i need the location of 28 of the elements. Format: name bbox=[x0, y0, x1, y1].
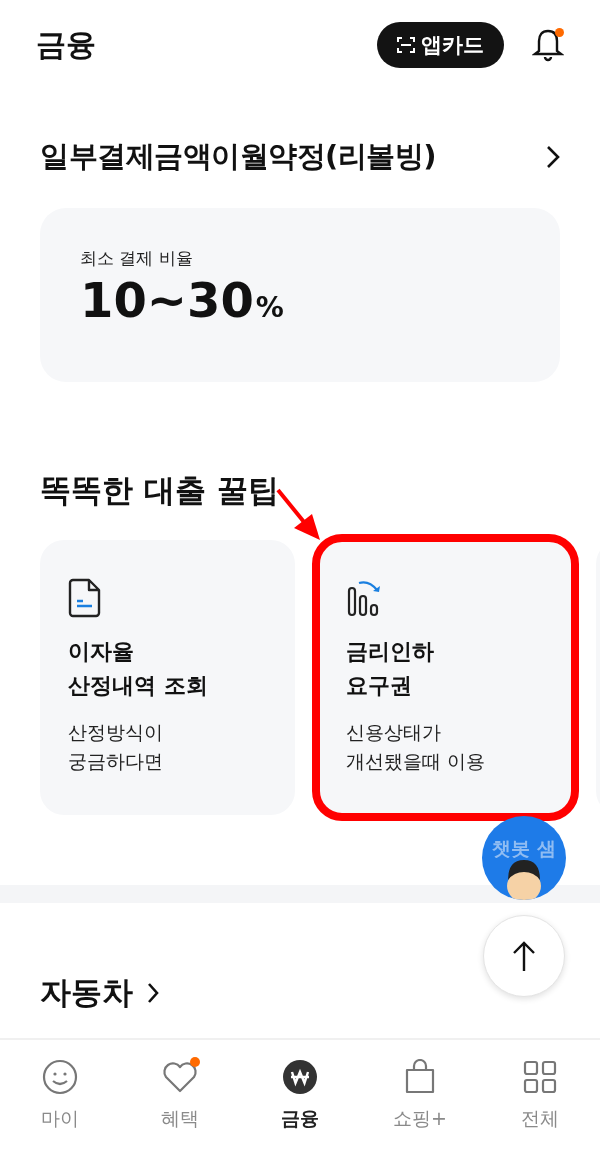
won-icon bbox=[282, 1059, 318, 1095]
app-card-button[interactable]: 앱카드 bbox=[377, 22, 504, 68]
document-icon bbox=[68, 578, 102, 618]
arrow-up-icon bbox=[512, 940, 536, 972]
grid-icon bbox=[523, 1060, 557, 1094]
smiley-icon bbox=[42, 1059, 78, 1095]
annotation-arrow bbox=[276, 488, 322, 542]
scan-icon bbox=[397, 37, 415, 53]
page-title: 금융 bbox=[36, 25, 97, 64]
info-card[interactable]: 최소 결제 비율 10~30% bbox=[40, 208, 560, 382]
tip-card[interactable]: 이자율 산정내역 조회 산정방식이 궁금하다면 bbox=[40, 540, 295, 815]
chevron-right-icon[interactable] bbox=[147, 982, 159, 1004]
rate-label: 최소 결제 비율 bbox=[80, 248, 194, 268]
section-title: 똑똑한 대출 꿀팁 bbox=[40, 471, 280, 510]
shopping-bag-icon bbox=[404, 1059, 436, 1095]
section-title: 자동차 bbox=[40, 973, 133, 1012]
rate-unit: % bbox=[255, 290, 284, 326]
nav-tab[interactable]: 마이 bbox=[0, 1040, 120, 1158]
tip-title: 금리인하 요구권 bbox=[346, 638, 434, 700]
nav-tab[interactable]: 금융 bbox=[240, 1040, 360, 1158]
chevron-right-icon[interactable] bbox=[546, 145, 560, 169]
tip-description: 산정방식이 궁금하다면 bbox=[68, 721, 163, 774]
tip-title: 이자율 산정내역 조회 bbox=[68, 638, 208, 700]
notification-button[interactable] bbox=[532, 28, 564, 62]
tip-description: 신용상태가 개선됐을때 이용 bbox=[346, 721, 485, 774]
section-title: 일부결제금액이월약정(리볼빙) bbox=[40, 138, 436, 175]
rate-value: 10~30 bbox=[80, 272, 254, 328]
heart-icon bbox=[162, 1060, 198, 1094]
